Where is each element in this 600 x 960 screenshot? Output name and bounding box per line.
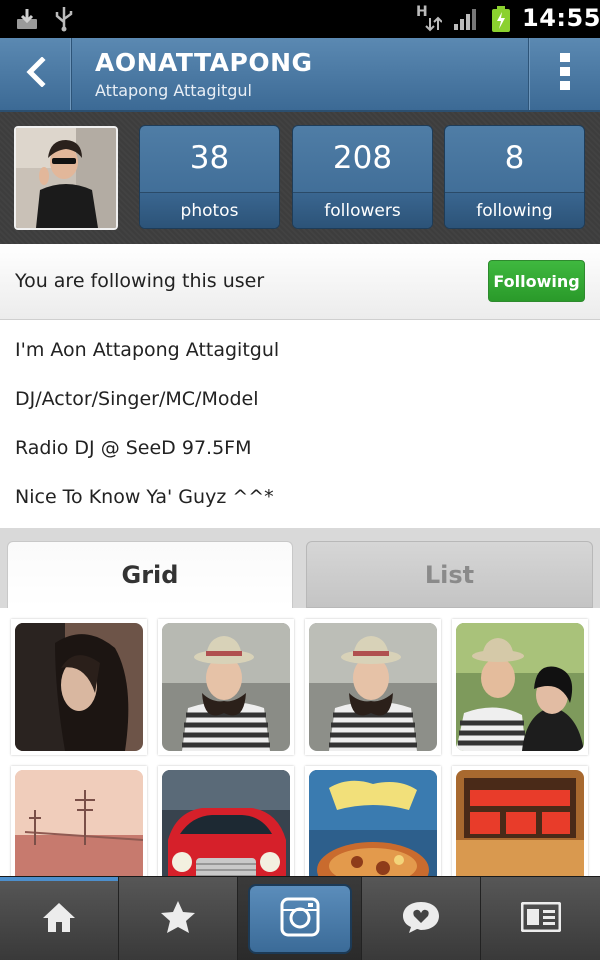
tab-grid[interactable]: Grid	[7, 541, 293, 608]
nav-popular[interactable]	[119, 877, 238, 960]
profile-card-icon	[520, 901, 561, 936]
bottom-navigation	[0, 876, 600, 960]
photo-thumbnail[interactable]	[452, 619, 588, 755]
battery-charging-icon	[490, 6, 512, 32]
photo-thumbnail[interactable]	[305, 766, 441, 876]
page-title: AONATTAPONG	[95, 48, 313, 77]
camera-icon	[280, 897, 320, 941]
page-subtitle: Attapong Attagitgul	[95, 81, 252, 100]
profile-bio: I'm Aon Attapong Attagitgul DJ/Actor/Sin…	[0, 320, 600, 528]
nav-news[interactable]	[362, 877, 481, 960]
star-icon	[159, 899, 197, 939]
bio-line: Nice To Know Ya' Guyz ^^*	[15, 486, 274, 508]
nav-profile[interactable]	[481, 877, 600, 960]
followers-count-button[interactable]: 208 followers	[292, 125, 433, 229]
photo-thumbnail[interactable]	[11, 766, 147, 876]
followers-label: followers	[293, 192, 432, 228]
profile-header: AONATTAPONG Attapong Attagitgul	[0, 38, 600, 112]
overflow-menu-icon	[559, 52, 571, 96]
chevron-left-icon	[24, 56, 48, 91]
photo-thumbnail[interactable]	[158, 766, 294, 876]
photos-label: photos	[140, 192, 279, 228]
view-tabs: Grid List	[0, 528, 600, 608]
usb-icon	[52, 6, 76, 32]
bio-line: I'm Aon Attapong Attagitgul	[15, 339, 280, 361]
photo-thumbnail[interactable]	[11, 619, 147, 755]
follow-status-row: You are following this user Following	[0, 244, 600, 320]
home-icon	[41, 900, 77, 938]
status-bar: H 14:55	[0, 0, 600, 38]
following-label: following	[445, 192, 584, 228]
hsdpa-icon: H	[414, 4, 442, 32]
following-button[interactable]: Following	[488, 260, 585, 302]
stats-bar: 38 photos 208 followers 8 following	[0, 112, 600, 244]
camera-button[interactable]	[247, 884, 352, 954]
photo-thumbnail[interactable]	[158, 619, 294, 755]
back-button[interactable]	[0, 38, 72, 110]
following-count: 8	[504, 140, 525, 176]
overflow-menu-button[interactable]	[528, 38, 600, 110]
bio-line: Radio DJ @ SeeD 97.5FM	[15, 437, 252, 459]
signal-icon	[452, 6, 478, 32]
speech-bubble-heart-icon	[401, 899, 441, 939]
follow-status-text: You are following this user	[15, 270, 265, 292]
avatar[interactable]	[14, 126, 118, 230]
photo-thumbnail[interactable]	[452, 766, 588, 876]
photo-grid	[0, 608, 600, 876]
nav-home[interactable]	[0, 877, 119, 960]
following-count-button[interactable]: 8 following	[444, 125, 585, 229]
download-icon	[14, 6, 40, 32]
tab-list[interactable]: List	[306, 541, 593, 608]
photos-count-button[interactable]: 38 photos	[139, 125, 280, 229]
photo-thumbnail[interactable]	[305, 619, 441, 755]
bio-line: DJ/Actor/Singer/MC/Model	[15, 388, 259, 410]
nav-camera[interactable]	[238, 877, 362, 960]
clock: 14:55	[522, 4, 600, 32]
followers-count: 208	[332, 140, 393, 176]
photos-count: 38	[189, 140, 230, 176]
